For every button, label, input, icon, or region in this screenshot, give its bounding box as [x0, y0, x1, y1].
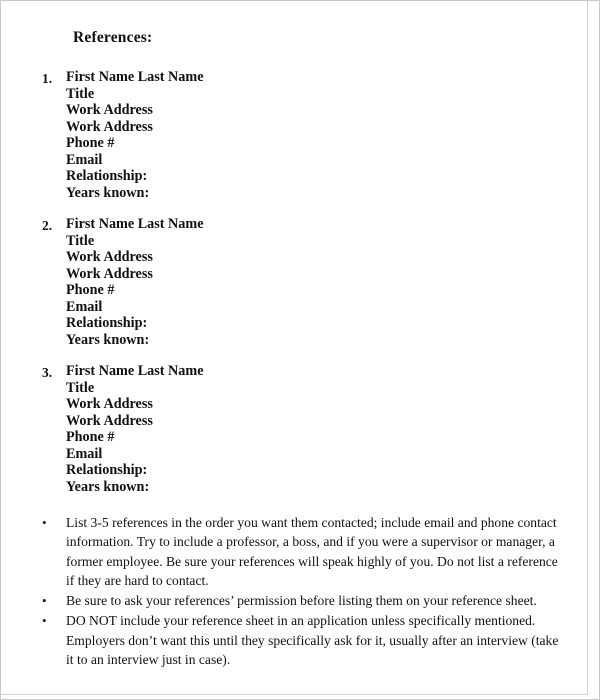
reference-field-line: Phone # — [66, 135, 115, 151]
references-list: 1. First Name Last Name Title Work Address W… — [1, 67, 587, 508]
reference-field-line: Email — [66, 151, 103, 168]
reference-field-line: First Name Last Name — [66, 363, 204, 379]
reference-field-line: Years known: — [66, 331, 150, 348]
reference-field-line: Relationship: — [66, 168, 148, 184]
tip-text: List 3-5 references in the order you wan… — [66, 515, 558, 588]
reference-fields: First Name Last Name Title Work Address Wor… — [66, 361, 587, 495]
reference-field-line: Relationship: — [66, 462, 148, 478]
reference-entry: 3. First Name Last Name Title Work Address W… — [1, 361, 587, 495]
reference-field-line: Email — [66, 445, 103, 462]
reference-number: 2. — [42, 218, 53, 233]
bullet-icon: • — [42, 593, 47, 609]
reference-field-line: First Name Last Name — [66, 216, 204, 232]
tip-text: Be sure to ask your references’ permissi… — [66, 593, 537, 609]
reference-field-line: Title — [66, 232, 95, 249]
tips-bullet-list: • List 3-5 references in the order you wa… — [1, 513, 587, 670]
reference-fields: First Name Last Name Title Work Address Wor… — [66, 214, 587, 348]
page-content-area: References: 1. First Name Last Name Title W… — [1, 1, 588, 695]
reference-number: 3. — [42, 365, 53, 380]
reference-field-line: Work Address — [66, 412, 153, 429]
reference-field-line: Email — [66, 298, 103, 315]
tip-list-item: • DO NOT include your reference sheet in … — [1, 611, 587, 669]
bullet-icon: • — [42, 613, 47, 629]
reference-field-line: Title — [66, 85, 95, 102]
reference-field-line: Relationship: — [66, 315, 148, 331]
reference-field-line: Work Address — [66, 118, 153, 135]
tip-list-item: • List 3-5 references in the order you wa… — [1, 513, 587, 590]
bullet-icon: • — [42, 515, 47, 530]
reference-field-line: Work Address — [66, 265, 153, 282]
reference-number: 1. — [42, 71, 53, 86]
document-page: References: 1. First Name Last Name Title W… — [0, 0, 600, 700]
reference-entry: 2. First Name Last Name Title Work Address W… — [1, 214, 587, 348]
reference-field-line: Work Address — [66, 249, 153, 265]
tip-list-item: • Be sure to ask your references’ permiss… — [1, 591, 587, 610]
reference-field-line: Phone # — [66, 429, 115, 445]
reference-field-line: Work Address — [66, 396, 153, 412]
reference-field-line: First Name Last Name — [66, 69, 204, 85]
reference-field-line: Years known: — [66, 478, 150, 495]
page-title: References: — [73, 29, 153, 46]
reference-entry: 1. First Name Last Name Title Work Address W… — [1, 67, 587, 201]
reference-fields: First Name Last Name Title Work Address Wor… — [66, 67, 587, 201]
tip-text: DO NOT include your reference sheet in a… — [66, 613, 559, 668]
reference-field-line: Years known: — [66, 184, 150, 201]
reference-field-line: Phone # — [66, 282, 115, 298]
reference-field-line: Title — [66, 379, 95, 396]
reference-field-line: Work Address — [66, 102, 153, 118]
